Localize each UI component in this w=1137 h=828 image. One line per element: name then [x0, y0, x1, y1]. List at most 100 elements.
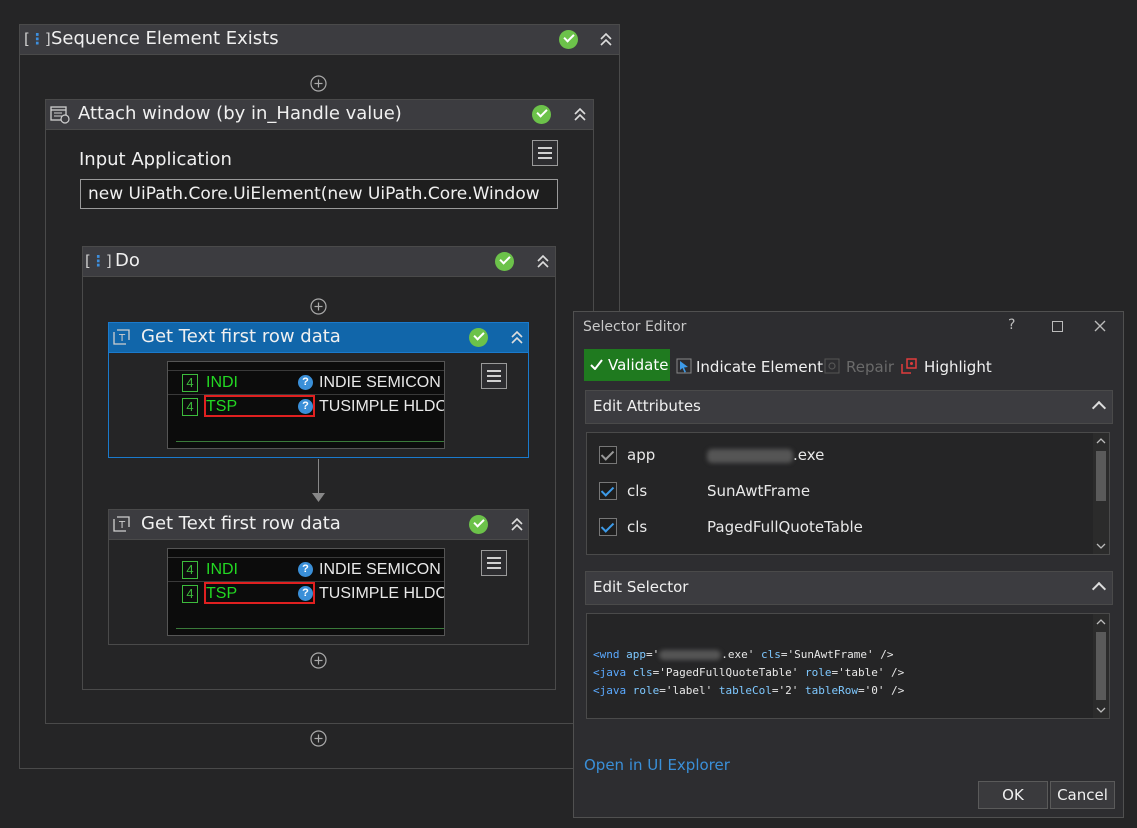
row-name: TUSIMPLE HLDC: [319, 398, 445, 415]
indicate-element-icon: [676, 358, 692, 374]
collapse-chevron-icon: [1091, 581, 1107, 597]
selector-line-2: <java cls='PagedFullQuoteTable' role='ta…: [593, 666, 905, 679]
attribute-checkbox[interactable]: [599, 446, 617, 464]
redacted-value: [659, 650, 722, 660]
collapse-chevron-icon: [1091, 400, 1107, 416]
edit-attributes-label: Edit Attributes: [593, 397, 701, 415]
selector-text-area[interactable]: <wnd app=' .exe' cls='SunAwtFrame' /> <ja…: [586, 613, 1110, 719]
attribute-value[interactable]: PagedFullQuoteTable: [707, 518, 863, 536]
row-name: INDIE SEMICON: [319, 561, 441, 578]
edit-attributes-header[interactable]: Edit Attributes: [585, 390, 1113, 424]
sequence-icon: [⋮]: [24, 30, 51, 48]
row-number: 4: [182, 561, 198, 579]
add-activity-icon[interactable]: [310, 298, 327, 315]
get-text-activity-1[interactable]: T Get Text first row data 4 INDI ? INDIE…: [108, 322, 529, 458]
row-number: 4: [182, 585, 198, 603]
get-text-header-1[interactable]: T Get Text first row data: [109, 323, 528, 353]
scroll-down-icon[interactable]: [1096, 542, 1106, 550]
scroll-thumb[interactable]: [1096, 632, 1106, 700]
selector-line-3: <java role='label' tableCol='2' tableRow…: [593, 684, 905, 697]
attribute-value-suffix: .exe: [793, 446, 825, 464]
redacted-value: [707, 448, 793, 463]
attributes-scrollbar[interactable]: [1093, 433, 1109, 554]
edit-selector-header[interactable]: Edit Selector: [585, 571, 1113, 605]
valid-check-icon: [559, 30, 578, 49]
attribute-value[interactable]: SunAwtFrame: [707, 482, 810, 500]
target-highlight-box: [204, 582, 315, 604]
selector-editor-dialog: Selector Editor ? Validate Indicate Elem…: [573, 311, 1124, 818]
attribute-name: app: [627, 446, 656, 464]
valid-check-icon: [495, 252, 514, 271]
row-name: INDIE SEMICON: [319, 374, 441, 391]
properties-menu-button[interactable]: [532, 140, 558, 166]
get-text-header-2[interactable]: T Get Text first row data: [109, 510, 528, 540]
attribute-checkbox[interactable]: [599, 518, 617, 536]
validate-button[interactable]: Validate: [584, 349, 670, 381]
info-icon: ?: [298, 562, 313, 577]
attribute-checkbox[interactable]: [599, 482, 617, 500]
info-icon: ?: [298, 375, 313, 390]
open-in-ui-explorer-link[interactable]: Open in UI Explorer: [584, 756, 730, 774]
element-screenshot-1: 4 INDI ? INDIE SEMICON 4 TSP ? TUSIMPLE …: [167, 361, 445, 449]
do-title: Do: [115, 250, 140, 271]
attribute-row: cls PagedFullQuoteTable: [587, 509, 1093, 545]
add-activity-icon[interactable]: [310, 652, 327, 669]
sequence-icon: [⋮]: [85, 252, 112, 270]
svg-text:T: T: [118, 333, 126, 344]
screenshot-row: 4 INDI ? INDIE SEMICON: [168, 557, 444, 582]
selector-line-1: <wnd app=' .exe' cls='SunAwtFrame' />: [593, 648, 894, 661]
scroll-down-icon[interactable]: [1096, 706, 1106, 714]
row-number: 4: [182, 398, 198, 416]
collapse-icon[interactable]: [510, 516, 524, 532]
attach-window-header[interactable]: Attach window (by in_Handle value): [46, 100, 593, 130]
screenshot-row: 4 INDI ? INDIE SEMICON: [168, 370, 444, 395]
selector-scrollbar[interactable]: [1093, 614, 1109, 718]
valid-check-icon: [469, 515, 488, 534]
indicate-element-button[interactable]: Indicate Element: [696, 358, 823, 376]
valid-check-icon: [469, 328, 488, 347]
add-activity-icon[interactable]: [310, 730, 327, 747]
sequence-header[interactable]: [⋮] Sequence Element Exists: [20, 25, 619, 55]
help-button[interactable]: ?: [1008, 317, 1015, 333]
collapse-icon[interactable]: [510, 329, 524, 345]
collapse-icon[interactable]: [536, 253, 550, 269]
input-application-field[interactable]: new UiPath.Core.UiElement(new UiPath.Cor…: [80, 179, 558, 209]
collapse-icon[interactable]: [573, 106, 587, 122]
input-application-label: Input Application: [79, 149, 232, 170]
attributes-list: app .exe cls SunAwtFrame cls PagedFullQu…: [586, 432, 1110, 555]
ok-button[interactable]: OK: [978, 781, 1048, 809]
attribute-row: cls SunAwtFrame: [587, 473, 1093, 509]
screenshot-footer-line: [176, 628, 444, 629]
screenshot-footer-line: [176, 441, 444, 442]
element-screenshot-2: 4 INDI ? INDIE SEMICON 4 TSP ? TUSIMPLE …: [167, 548, 445, 636]
scroll-up-icon[interactable]: [1096, 618, 1106, 626]
properties-menu-button[interactable]: [481, 363, 507, 389]
maximize-icon[interactable]: [1052, 321, 1063, 332]
properties-menu-button[interactable]: [481, 550, 507, 576]
target-highlight-box: [204, 395, 315, 417]
validate-label: Validate: [608, 356, 669, 374]
add-activity-icon[interactable]: [310, 75, 327, 92]
repair-button[interactable]: Repair: [846, 358, 894, 376]
scroll-thumb[interactable]: [1096, 451, 1106, 501]
window-icon: [50, 106, 70, 124]
connector-line: [318, 459, 319, 495]
attribute-name: cls: [627, 518, 648, 536]
do-header[interactable]: [⋮] Do: [83, 247, 555, 277]
scroll-up-icon[interactable]: [1096, 437, 1106, 445]
collapse-icon[interactable]: [599, 31, 613, 47]
get-text-activity-2[interactable]: T Get Text first row data 4 INDI ? INDIE…: [108, 509, 529, 645]
row-number: 4: [182, 374, 198, 392]
valid-check-icon: [532, 105, 551, 124]
cancel-button[interactable]: Cancel: [1050, 781, 1115, 809]
dialog-title: Selector Editor: [583, 319, 687, 335]
highlight-button[interactable]: Highlight: [924, 358, 992, 376]
check-icon: [590, 359, 603, 370]
close-icon[interactable]: [1094, 320, 1106, 332]
row-symbol: INDI: [206, 561, 238, 578]
input-application-value: new UiPath.Core.UiElement(new UiPath.Cor…: [88, 184, 540, 204]
attribute-value[interactable]: .exe: [707, 446, 824, 464]
attribute-row: app .exe: [587, 437, 1093, 473]
connector-arrow-icon: [312, 493, 325, 502]
get-text-title-2: Get Text first row data: [141, 513, 341, 534]
